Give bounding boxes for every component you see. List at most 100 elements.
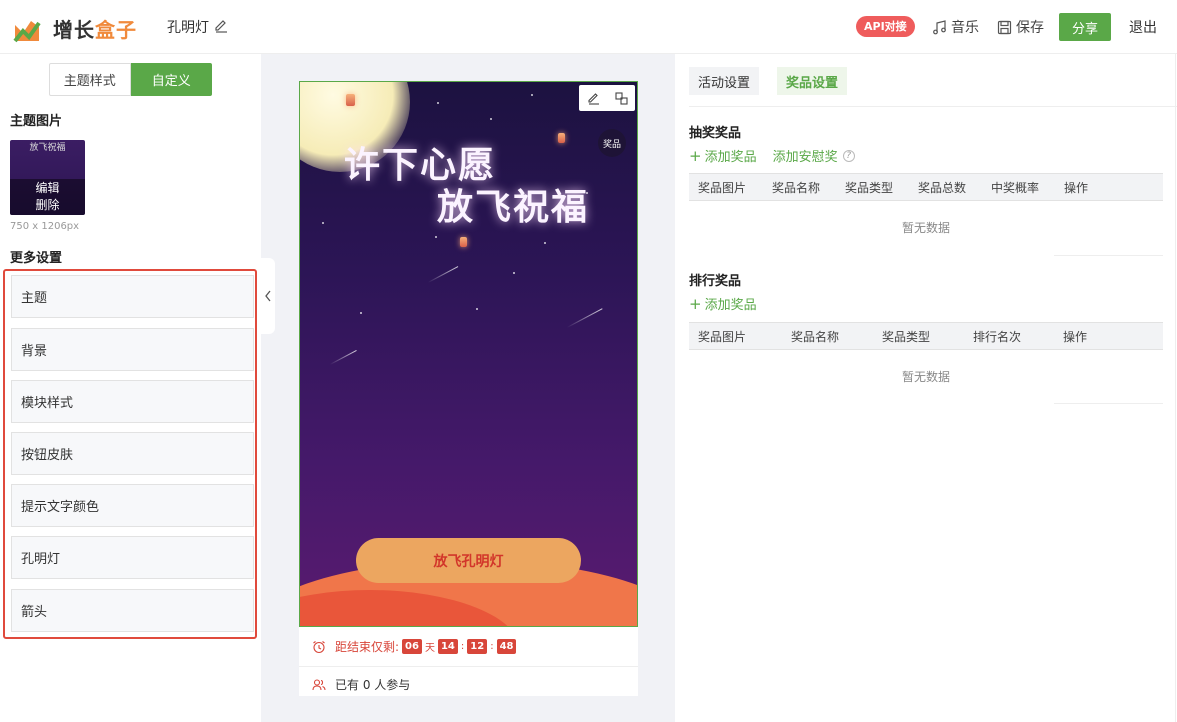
star (437, 102, 439, 104)
add-prize-button[interactable]: + 添加奖品 (689, 146, 757, 166)
table-header: 奖品图片 奖品名称 奖品类型 排行名次 操作 (689, 322, 1163, 350)
column-header: 排行名次 (973, 329, 1022, 344)
star (513, 272, 515, 274)
rank-prizes-title: 排行奖品 (689, 274, 742, 289)
style-tabs: 主题样式 自定义 (49, 63, 212, 96)
collapse-panel-button[interactable] (261, 258, 275, 334)
countdown-bar: 距结束仅剩: 06 天 14 : 12 : 48 (299, 627, 638, 667)
column-header: 奖品总数 (918, 180, 967, 195)
draw-prizes-title: 抽奖奖品 (689, 126, 742, 141)
setting-item-button-skin[interactable]: 按钮皮肤 (11, 432, 254, 475)
music-label: 音乐 (951, 20, 979, 36)
meteor (427, 266, 459, 283)
column-header: 操作 (1064, 180, 1089, 195)
right-panel: 活动设置 奖品设置 抽奖奖品 + 添加奖品 添加安慰奖? 奖品图片 奖品名称 奖品… (675, 54, 1177, 722)
setting-item-background[interactable]: 背景 (11, 328, 254, 371)
tab-theme-style[interactable]: 主题样式 (49, 63, 131, 96)
logo-icon (13, 15, 41, 43)
tab-activity-settings[interactable]: 活动设置 (689, 67, 760, 95)
divider (689, 106, 1177, 107)
participants-text: 已有 0 人参与 (335, 678, 411, 692)
image-size-label: 750 x 1206px (10, 221, 80, 232)
rank-prizes-table: 奖品图片 奖品名称 奖品类型 排行名次 操作 暂无数据 (689, 322, 1163, 404)
countdown-seconds: 48 (496, 639, 517, 654)
setting-item-lantern[interactable]: 孔明灯 (11, 536, 254, 579)
star (531, 94, 533, 96)
countdown-separator: : (490, 641, 494, 652)
add-prize-label: 添加奖品 (704, 150, 757, 165)
meteor (329, 349, 357, 365)
edit-icon[interactable] (587, 92, 600, 105)
theme-image-title: 主题图片 (10, 114, 63, 129)
thumb-edit-button[interactable]: 编辑 (35, 180, 59, 197)
poster-toolbar (579, 85, 635, 111)
phone-preview: 许下心愿 放飞祝福 奖品 放飞孔明灯 距结束仅剩: 06 天 14 : 12 :… (299, 81, 638, 696)
empty-state: 暂无数据 (901, 369, 950, 384)
column-header: 奖品类型 (845, 180, 894, 195)
empty-state: 暂无数据 (901, 220, 950, 235)
setting-item-hint-color[interactable]: 提示文字颜色 (11, 484, 254, 527)
column-header: 奖品类型 (882, 329, 931, 344)
column-header: 奖品名称 (791, 329, 840, 344)
countdown-separator: : (460, 641, 465, 652)
brand-name: 增长盒子 (53, 14, 137, 43)
divider (1054, 255, 1163, 256)
music-button[interactable]: 音乐 (932, 17, 979, 37)
column-header: 奖品图片 (698, 329, 747, 344)
prize-button[interactable]: 奖品 (598, 129, 626, 157)
thumb-caption: 放飞祝福 (29, 143, 66, 153)
save-button[interactable]: 保存 (997, 17, 1044, 37)
thumb-overlay: 编辑 删除 (10, 179, 85, 215)
star (476, 308, 478, 310)
countdown-minutes: 12 (467, 639, 488, 654)
edit-icon[interactable] (214, 19, 228, 33)
add-rank-prize-button[interactable]: + 添加奖品 (689, 294, 757, 314)
tab-custom[interactable]: 自定义 (130, 63, 212, 96)
poster-canvas[interactable]: 许下心愿 放飞祝福 奖品 放飞孔明灯 (299, 81, 638, 627)
tab-prize-settings[interactable]: 奖品设置 (777, 67, 848, 95)
brand-accent: 盒子 (95, 18, 137, 42)
divider (1175, 54, 1176, 722)
replace-image-icon[interactable] (614, 91, 628, 105)
column-header: 奖品图片 (698, 180, 747, 195)
left-panel: 主题样式 自定义 主题图片 放飞祝福 编辑 删除 750 x 1206px 更多… (0, 54, 261, 722)
alarm-clock-icon (313, 640, 325, 653)
column-header: 奖品名称 (772, 180, 821, 195)
more-settings-title: 更多设置 (10, 251, 63, 266)
users-icon (312, 678, 326, 690)
participants-row: 已有 0 人参与 (299, 673, 638, 696)
star (360, 312, 362, 314)
help-icon[interactable]: ? (842, 149, 855, 162)
chevron-left-icon (265, 290, 271, 302)
divider (1054, 403, 1163, 404)
setting-item-arrow[interactable]: 箭头 (11, 589, 254, 632)
table-header: 奖品图片 奖品名称 奖品类型 奖品总数 中奖概率 操作 (689, 173, 1163, 201)
share-button[interactable]: 分享 (1059, 13, 1111, 41)
theme-image-thumbnail[interactable]: 放飞祝福 编辑 删除 (10, 140, 85, 215)
meteor (566, 308, 603, 328)
plus-icon: + (689, 294, 702, 313)
setting-item-theme[interactable]: 主题 (11, 275, 254, 318)
add-consolation-button[interactable]: 添加安慰奖? (773, 146, 855, 165)
top-header: 增长盒子 孔明灯 API对接 音乐 保存 分享 退出 (0, 0, 1177, 54)
countdown-label: 距结束仅剩: (335, 640, 400, 654)
settings-tabs: 活动设置 奖品设置 (689, 67, 848, 95)
countdown-hours: 14 (437, 639, 458, 654)
lantern-graphic (346, 94, 355, 106)
page-name: 孔明灯 (167, 20, 209, 36)
plus-icon: + (689, 146, 702, 165)
lantern-graphic (558, 133, 565, 143)
save-label: 保存 (1016, 20, 1044, 36)
release-lantern-button[interactable]: 放飞孔明灯 (356, 538, 581, 583)
column-header: 操作 (1063, 329, 1088, 344)
api-badge[interactable]: API对接 (856, 16, 915, 37)
thumb-delete-button[interactable]: 删除 (35, 197, 59, 214)
star (435, 236, 437, 238)
logout-link[interactable]: 退出 (1129, 17, 1157, 37)
countdown-day-unit: 天 (424, 643, 435, 654)
preview-area: 许下心愿 放飞祝福 奖品 放飞孔明灯 距结束仅剩: 06 天 14 : 12 :… (261, 54, 675, 722)
music-icon (933, 19, 946, 34)
more-settings-list: 主题 背景 模块样式 按钮皮肤 提示文字颜色 孔明灯 箭头 (3, 269, 257, 639)
poster-headline-2: 放飞祝福 (437, 186, 590, 228)
setting-item-module-style[interactable]: 模块样式 (11, 380, 254, 423)
